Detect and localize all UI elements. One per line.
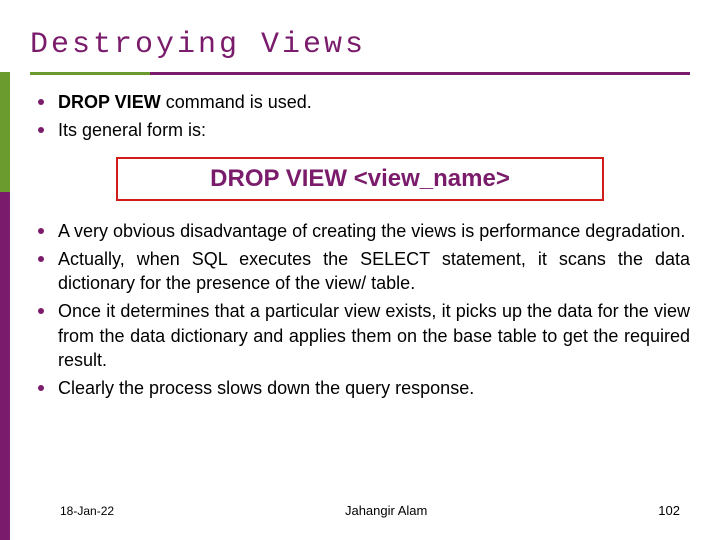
bullet-item: Actually, when SQL executes the SELECT s…	[30, 247, 690, 296]
footer-page-number: 102	[658, 503, 680, 518]
title-underline	[30, 72, 690, 75]
slide: Destroying Views DROP VIEW command is us…	[0, 0, 720, 540]
page-title: Destroying Views	[30, 28, 366, 62]
bullet-item: A very obvious disadvantage of creating …	[30, 219, 690, 243]
bullet-text: Once it determines that a particular vie…	[58, 301, 690, 370]
bullet-text: command is used.	[161, 92, 312, 112]
content-area: DROP VIEW command is used. Its general f…	[30, 90, 690, 411]
bullet-item: Clearly the process slows down the query…	[30, 376, 690, 400]
bullet-text: Clearly the process slows down the query…	[58, 378, 474, 398]
bullet-list-bottom: A very obvious disadvantage of creating …	[30, 219, 690, 401]
bullet-text: A very obvious disadvantage of creating …	[58, 221, 685, 241]
footer: 18-Jan-22 Jahangir Alam 102	[60, 503, 680, 518]
bullet-item: Once it determines that a particular vie…	[30, 299, 690, 372]
bullet-list-top: DROP VIEW command is used. Its general f…	[30, 90, 690, 143]
bullet-text: Actually, when SQL executes the SELECT s…	[58, 249, 690, 293]
bullet-item: Its general form is:	[30, 118, 690, 142]
footer-date: 18-Jan-22	[60, 504, 114, 518]
bullet-item: DROP VIEW command is used.	[30, 90, 690, 114]
bullet-bold-lead: DROP VIEW	[58, 92, 161, 112]
footer-author: Jahangir Alam	[345, 503, 427, 518]
left-accent-stripe	[0, 72, 10, 540]
bullet-text: Its general form is:	[58, 120, 206, 140]
syntax-box: DROP VIEW <view_name>	[116, 157, 604, 201]
syntax-text: DROP VIEW <view_name>	[210, 165, 510, 192]
